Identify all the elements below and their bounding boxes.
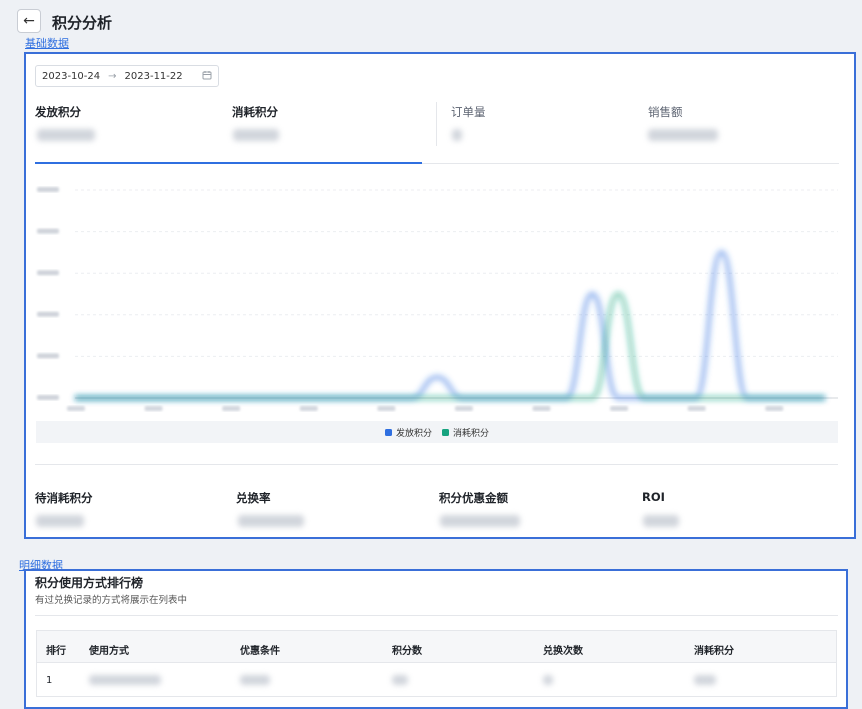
col-rank: 排行: [46, 646, 66, 657]
kpi-underline: [422, 163, 839, 164]
points-trend-chart: [37, 187, 838, 411]
y-tick-label: [37, 395, 59, 400]
x-tick-label: [454, 406, 473, 411]
row-rank: 1: [46, 675, 53, 686]
chart-bottom-divider: [35, 464, 838, 465]
y-tick-label: [37, 353, 59, 359]
y-tick-label: [37, 228, 59, 234]
kpi-sales-amount[interactable]: 销售额: [648, 104, 683, 120]
kpi-consumed-points[interactable]: 消耗积分: [232, 104, 278, 120]
series-line-issued-points: [75, 249, 825, 401]
date-start[interactable]: 2023-10-24: [42, 71, 100, 82]
legend-swatch-issued: [384, 428, 392, 436]
row-usage-method-value: [89, 675, 161, 685]
kpi-issued-points-value: [37, 129, 95, 141]
ranking-title: 积分使用方式排行榜: [35, 576, 144, 590]
kpi-consumed-points-value: [233, 129, 279, 141]
col-usage-method: 使用方式: [89, 646, 129, 657]
x-tick-label: [144, 406, 163, 411]
ranking-subtitle: 有过兑换记录的方式将展示在列表中: [35, 595, 188, 606]
date-end[interactable]: 2023-11-22: [125, 71, 183, 82]
kpi-order-count[interactable]: 订单量: [451, 104, 486, 120]
x-tick-label: [222, 406, 241, 411]
row-points-value: [392, 675, 408, 685]
x-tick-label: [610, 406, 629, 411]
y-tick-label: [37, 187, 59, 192]
kpi-pending-points-value: [36, 515, 84, 527]
kpi-active-indicator: [35, 162, 422, 164]
x-tick-label: [765, 406, 784, 411]
y-tick-label: [37, 270, 59, 276]
row-consumed-points-value: [694, 675, 716, 685]
x-tick-label: [377, 406, 396, 411]
legend-swatch-consumed: [442, 428, 449, 436]
kpi-sales-amount-value: [648, 129, 718, 141]
kpi-divider: [436, 102, 437, 146]
col-points: 积分数: [392, 646, 422, 657]
arrow-left-icon: ←: [23, 13, 35, 29]
x-tick-label: [532, 406, 551, 411]
kpi-redemption-rate: 兑换率: [236, 491, 271, 505]
ranking-table-header: 排行 使用方式 优惠条件 积分数 兑换次数 消耗积分: [36, 630, 837, 663]
kpi-pending-points: 待消耗积分: [35, 491, 93, 505]
legend-item-issued[interactable]: 发放积分: [384, 426, 432, 439]
x-tick-label: [299, 406, 318, 411]
kpi-redemption-rate-value: [238, 515, 304, 527]
kpi-roi-value: [643, 515, 679, 527]
col-discount-condition: 优惠条件: [240, 646, 280, 657]
kpi-discount-amount-value: [440, 515, 520, 527]
kpi-roi: ROI: [642, 490, 665, 504]
x-tick-label: [67, 406, 85, 411]
basic-data-section-link[interactable]: 基础数据: [25, 35, 69, 51]
row-redemption-count-value: [543, 675, 553, 685]
y-tick-label: [37, 311, 59, 317]
row-discount-condition-value: [240, 675, 270, 685]
calendar-icon[interactable]: [202, 70, 212, 83]
page-title: 积分分析: [52, 14, 113, 32]
legend-label-issued: 发放积分: [395, 428, 432, 439]
table-row[interactable]: 1: [36, 663, 837, 697]
x-tick-label: [687, 406, 706, 411]
kpi-issued-points[interactable]: 发放积分: [35, 104, 81, 120]
legend-item-consumed[interactable]: 消耗积分: [442, 426, 489, 439]
col-consumed-points: 消耗积分: [694, 646, 734, 657]
date-range-picker[interactable]: 2023-10-24 → 2023-11-22: [35, 65, 219, 87]
kpi-discount-amount: 积分优惠金额: [439, 491, 508, 505]
chart-legend: 发放积分 消耗积分: [36, 421, 838, 443]
ranking-divider: [35, 615, 838, 616]
col-redemption-count: 兑换次数: [543, 646, 583, 657]
range-arrow-icon: →: [108, 70, 117, 82]
kpi-order-count-value: [452, 129, 462, 141]
back-button[interactable]: ←: [17, 9, 41, 33]
legend-label-consumed: 消耗积分: [453, 428, 490, 439]
